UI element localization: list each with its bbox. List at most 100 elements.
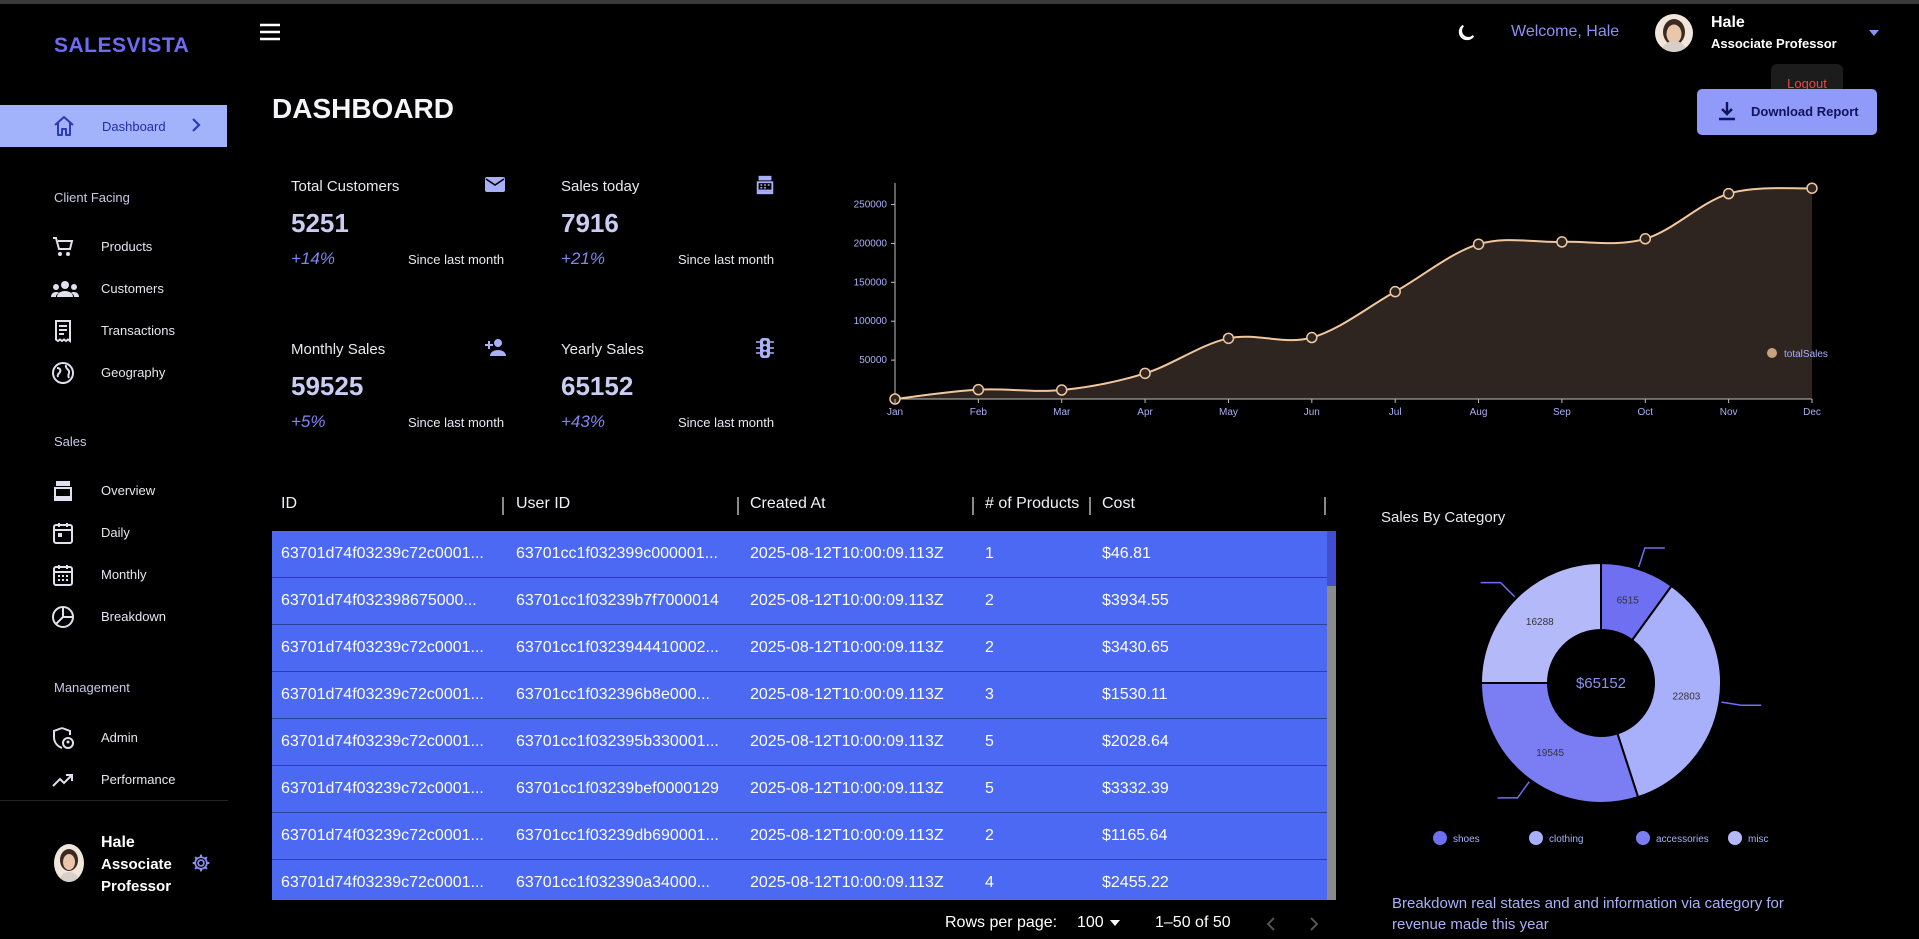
sidebar-item-performance[interactable]: Performance [0, 765, 227, 795]
admin-icon [51, 726, 75, 755]
user-name[interactable]: Hale [1711, 14, 1745, 32]
cell-id: 63701d74f03239c72c0001... [281, 733, 484, 750]
table-row[interactable]: 63701d74f03239c72c0001... 63701cc1f032390… [272, 860, 1327, 900]
stat-percent: +14% [291, 249, 335, 268]
y-tick-label: 50000 [859, 355, 887, 366]
cell-cost: $2455.22 [1102, 874, 1169, 891]
legend-marker [1433, 831, 1447, 845]
stat-since: Since last month [408, 252, 505, 267]
globe-icon [51, 361, 75, 390]
avatar[interactable] [1655, 14, 1693, 52]
email-icon [484, 174, 506, 199]
sidebar-item-overview[interactable]: Overview [0, 476, 227, 506]
cell-num-products: 5 [985, 733, 994, 750]
rows-per-page-select[interactable]: 100 [1077, 914, 1104, 932]
column-header-user-id[interactable]: User ID [516, 495, 570, 513]
menu-icon[interactable] [258, 22, 282, 47]
scrollbar-track[interactable] [1327, 531, 1336, 900]
sidebar-item-transactions[interactable]: Transactions [0, 316, 227, 346]
data-point [1722, 187, 1735, 200]
receipt-icon [51, 319, 75, 348]
table-row[interactable]: 63701d74f032398675000... 63701cc1f03239b7… [272, 578, 1327, 625]
download-report-button[interactable]: Download Report [1697, 89, 1877, 135]
legend-marker [1728, 831, 1742, 845]
sidebar-item-customers[interactable]: Customers [0, 274, 227, 304]
next-page-icon[interactable] [1308, 916, 1320, 937]
cell-cost: $3332.39 [1102, 780, 1169, 797]
y-tick-label: 100000 [854, 316, 888, 327]
slice-leader-line [1721, 701, 1762, 706]
sidebar-item-products[interactable]: Products [0, 232, 227, 262]
user-role[interactable]: Associate Professor [1711, 36, 1837, 51]
brand-logo[interactable]: SALESVISTA [54, 34, 189, 58]
cell-user-id: 63701cc1f032395b330001... [516, 733, 719, 750]
sidebar-item-monthly[interactable]: Monthly [0, 560, 227, 590]
cell-num-products: 5 [985, 780, 994, 797]
table-row[interactable]: 63701d74f03239c72c0001... 63701cc1f032399… [272, 531, 1327, 578]
column-header-created-at[interactable]: Created At [750, 495, 826, 513]
x-tick-label: Oct [1637, 407, 1653, 418]
sales-by-category-chart: 6515 22803 19545 16288 $65152 shoes clothing ac… [1380, 545, 1860, 855]
cell-user-id: 63701cc1f03239bef0000129 [516, 780, 719, 797]
avatar[interactable] [54, 844, 84, 882]
select-caret-icon[interactable] [1110, 920, 1120, 926]
cell-num-products: 2 [985, 592, 994, 609]
people-icon [51, 277, 79, 306]
column-separator[interactable] [1324, 497, 1326, 515]
cell-created-at: 2025-08-12T10:00:09.113Z [750, 733, 944, 750]
column-header-id[interactable]: ID [281, 495, 297, 513]
column-header-num-products[interactable]: # of Products [985, 495, 1079, 513]
legend-marker [1529, 831, 1543, 845]
profile-name: Hale [101, 834, 135, 851]
sidebar-item-admin[interactable]: Admin [0, 723, 227, 753]
x-tick-label: Sep [1553, 407, 1571, 418]
table-row[interactable]: 63701d74f03239c72c0001... 63701cc1f03239d… [272, 813, 1327, 860]
cell-created-at: 2025-08-12T10:00:09.113Z [750, 827, 944, 844]
column-separator[interactable] [972, 497, 974, 515]
cell-id: 63701d74f03239c72c0001... [281, 545, 484, 562]
sidebar-item-daily[interactable]: Daily [0, 518, 227, 548]
table-header: ID User ID Created At # of Products Cost [272, 485, 1336, 531]
cell-user-id: 63701cc1f032396b8e000... [516, 686, 710, 703]
legend-label: accessories [1656, 834, 1709, 845]
calendar-month-icon [51, 563, 75, 592]
table-row[interactable]: 63701d74f03239c72c0001... 63701cc1f032394… [272, 625, 1327, 672]
cell-id: 63701d74f03239c72c0001... [281, 827, 484, 844]
sidebar-item-label: Overview [101, 483, 156, 498]
y-tick-label: 250000 [854, 200, 888, 211]
sidebar-item-label: Dashboard [102, 118, 166, 134]
home-icon [52, 115, 76, 142]
table-row[interactable]: 63701d74f03239c72c0001... 63701cc1f032396… [272, 672, 1327, 719]
scrollbar-thumb[interactable] [1327, 531, 1336, 586]
column-separator[interactable] [1089, 497, 1091, 515]
stat-title: Yearly Sales [561, 341, 644, 358]
person-add-icon [484, 337, 508, 362]
slice-leader-line [1497, 781, 1530, 799]
profile-role: Associate Professor [101, 856, 172, 895]
sidebar-item-label: Transactions [101, 323, 175, 338]
welcome-text: Welcome, Hale [1511, 23, 1620, 40]
point-of-sale-icon [754, 174, 776, 201]
stat-card-sales-today: Sales today 7916 +21% Since last month [543, 175, 783, 308]
transactions-table: ID User ID Created At # of Products Cost… [272, 485, 1336, 900]
cell-num-products: 2 [985, 639, 994, 656]
point-of-sale-icon [51, 479, 75, 508]
dark-mode-icon[interactable] [1455, 22, 1477, 49]
caret-down-icon[interactable] [1869, 30, 1879, 36]
column-separator[interactable] [502, 497, 504, 515]
gear-icon[interactable] [191, 853, 211, 878]
sidebar-item-breakdown[interactable]: Breakdown [0, 602, 227, 632]
data-point [1139, 367, 1151, 380]
stat-title: Total Customers [291, 178, 400, 195]
prev-page-icon[interactable] [1265, 916, 1277, 937]
x-tick-label: Apr [1137, 407, 1153, 418]
table-row[interactable]: 63701d74f03239c72c0001... 63701cc1f032395… [272, 719, 1327, 766]
column-header-cost[interactable]: Cost [1102, 495, 1135, 513]
column-separator[interactable] [737, 497, 739, 515]
sidebar-profile-name: Hale Associate Professor [101, 832, 181, 898]
sidebar-item-dashboard[interactable]: Dashboard [0, 105, 227, 147]
cell-created-at: 2025-08-12T10:00:09.113Z [750, 639, 944, 656]
sidebar-item-geography[interactable]: Geography [0, 358, 227, 388]
table-row[interactable]: 63701d74f03239c72c0001... 63701cc1f03239b… [272, 766, 1327, 813]
cell-id: 63701d74f03239c72c0001... [281, 686, 484, 703]
